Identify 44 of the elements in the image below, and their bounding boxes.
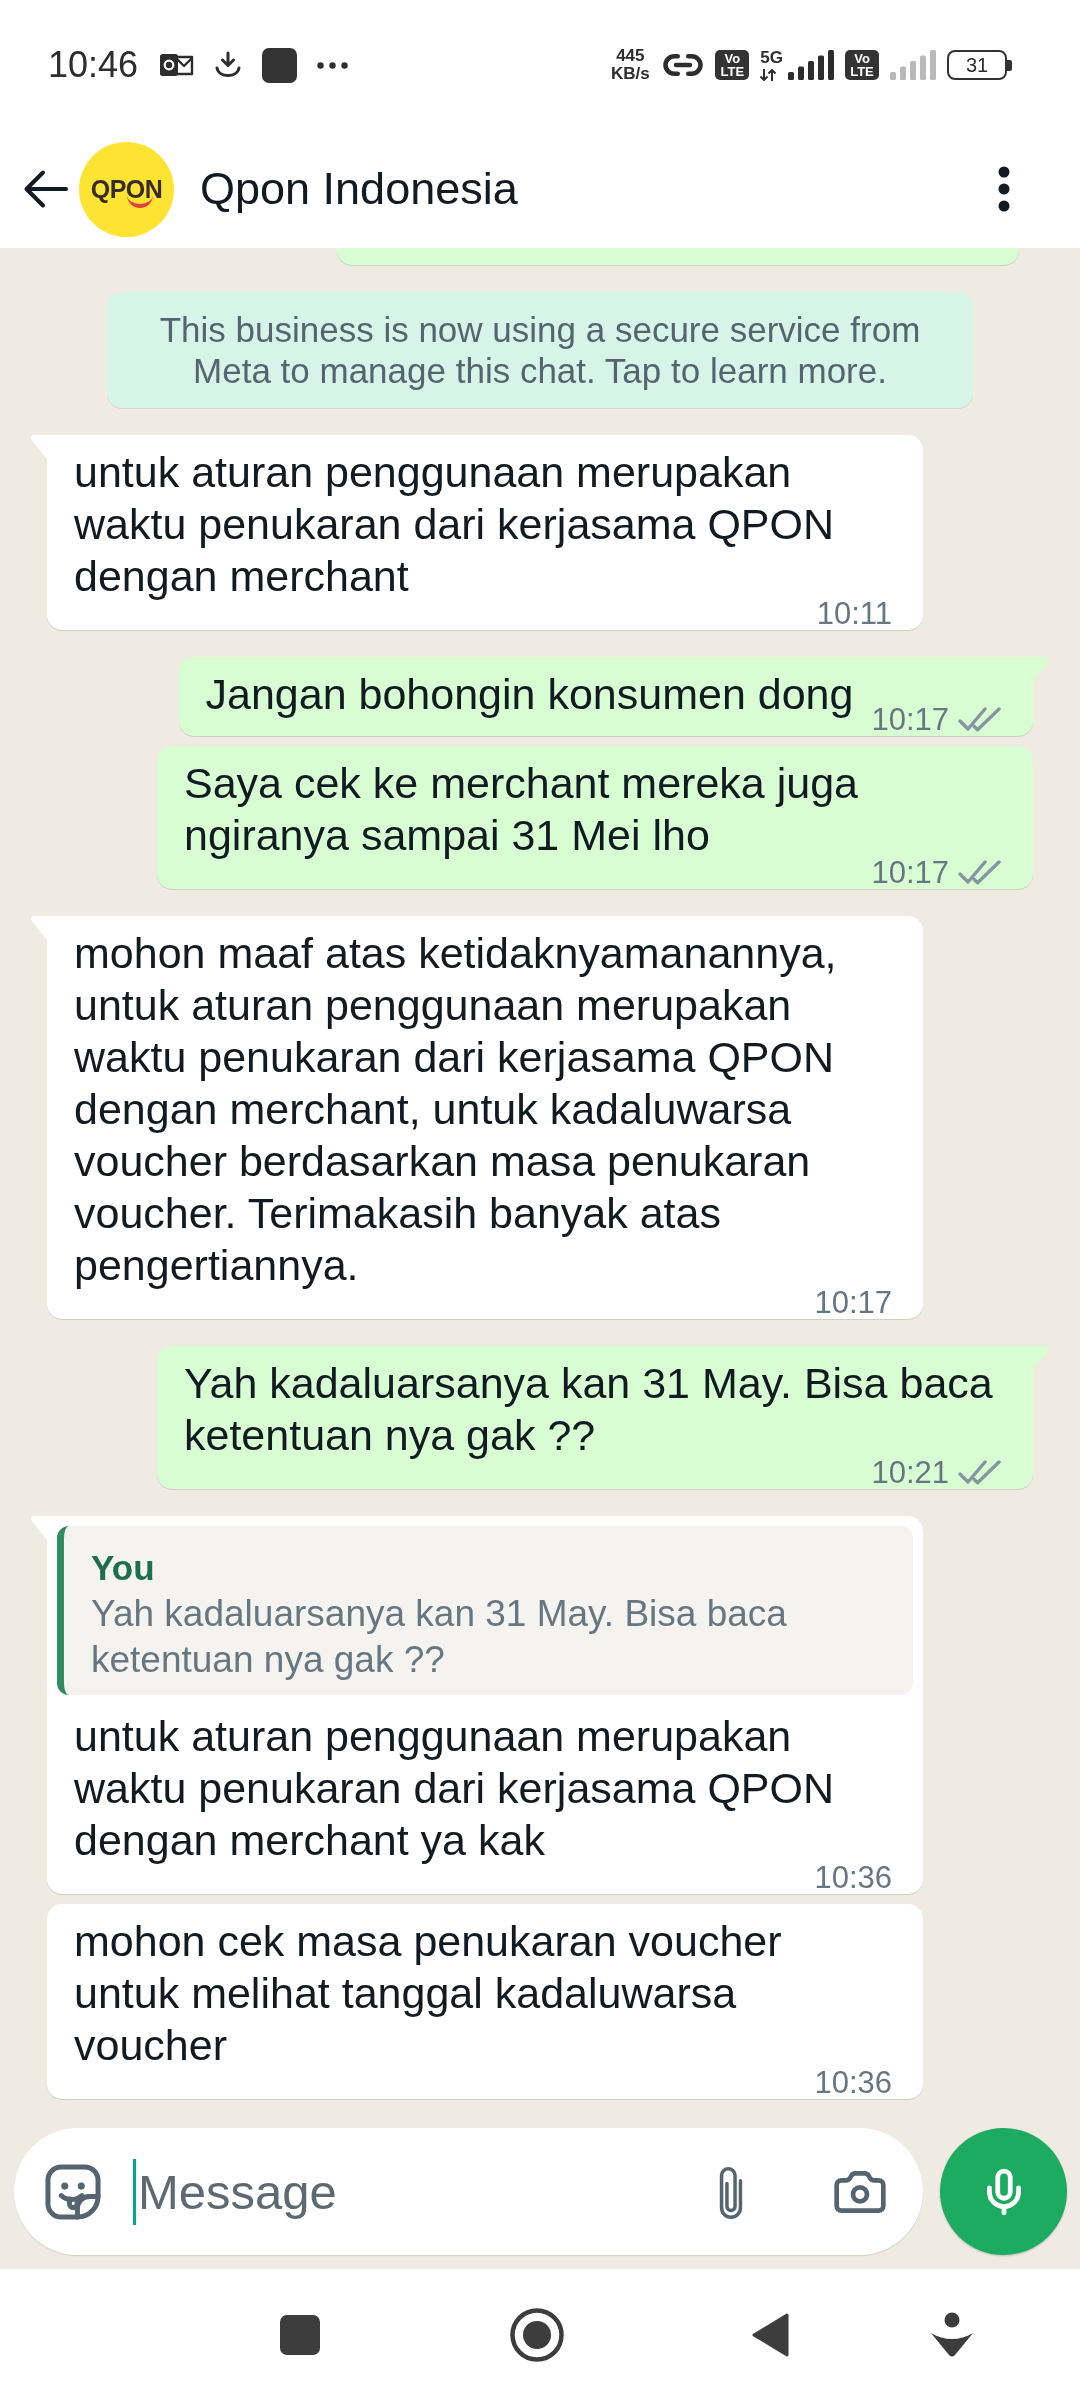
- message-input-field[interactable]: Message: [133, 2158, 682, 2225]
- status-time: 10:46: [48, 45, 139, 85]
- message-text: mohon maaf atas ketidaknyamanannya, untuk aturan penggunaan merupakan waktu penukaran dari kerjasama QPON dengan merchant, untuk kadaluwarsa voucher berdasarkan masa penukaran voucher. Terimakasih banyak atas pengertiannya.: [74, 928, 838, 1291]
- app-notification-icon: [262, 47, 298, 83]
- message-time: 10:17: [871, 861, 949, 885]
- network-type-label: 5G: [760, 49, 783, 66]
- signal-icon: [890, 50, 936, 80]
- message-time: 10:36: [814, 1866, 892, 1890]
- message-text: untuk aturan penggunaan merupakan waktu penukaran dari kerjasama QPON dengan merchant ya kak: [74, 1711, 836, 1866]
- message-input-bar[interactable]: Message: [14, 2128, 923, 2255]
- kebab-menu-icon: [998, 166, 1010, 212]
- quoted-message[interactable]: You Yah kadaluarsanya kan 31 May. Bisa baca ketentuan nya gak ??: [57, 1526, 913, 1695]
- message-time: 10:17: [814, 1291, 892, 1315]
- back-button[interactable]: [22, 169, 68, 209]
- sticker-icon: [45, 2163, 101, 2220]
- volte-badge: Vo LTE: [845, 50, 879, 80]
- mail-app-icon: [160, 53, 195, 77]
- message-text: mohon cek masa penukaran voucher untuk melihat tanggal kadaluwarsa voucher: [74, 1916, 783, 2071]
- quote-author: You: [91, 1547, 156, 1589]
- dot-chevron-icon: [929, 2311, 975, 2358]
- quote-text: Yah kadaluarsanya kan 31 May. Bisa baca ketentuan nya gak ??: [91, 1592, 788, 1682]
- back-arrow-icon: [22, 169, 68, 209]
- system-notice[interactable]: This business is now using a secure service from Meta to manage this chat. Tap to learn more.: [107, 292, 973, 408]
- message-time: 10:36: [814, 2071, 892, 2095]
- download-icon: [214, 51, 243, 79]
- square-icon: [280, 2314, 320, 2355]
- sticker-button[interactable]: [45, 2163, 101, 2220]
- message-text: Jangan bohongin konsumen dong: [205, 669, 854, 720]
- signal-icon: [788, 50, 834, 80]
- more-notifications-icon: [317, 61, 349, 69]
- message-time: 10:21: [871, 1461, 949, 1485]
- message-time: 10:11: [816, 602, 892, 626]
- data-arrows-icon: [760, 69, 777, 81]
- message-text: Saya cek ke merchant mereka juga ngiranya sampai 31 Mei lho: [184, 758, 859, 861]
- network-speed: 445 KB/s: [609, 47, 651, 83]
- home-circle-icon: [510, 2307, 564, 2362]
- volte-badge: Vo LTE: [715, 50, 750, 80]
- message-text: Yah kadaluarsanya kan 31 May. Bisa baca ketentuan nya gak ??: [184, 1358, 994, 1461]
- message-text: untuk aturan penggunaan merupakan waktu penukaran dari kerjasama QPON dengan merchant: [74, 447, 836, 602]
- message-time: 10:17: [871, 708, 949, 732]
- back-triangle-icon: [751, 2311, 789, 2358]
- contact-name[interactable]: Qpon Indonesia: [200, 163, 518, 215]
- battery-indicator: 31: [947, 50, 1012, 80]
- avatar-logo[interactable]: QPON: [79, 141, 174, 237]
